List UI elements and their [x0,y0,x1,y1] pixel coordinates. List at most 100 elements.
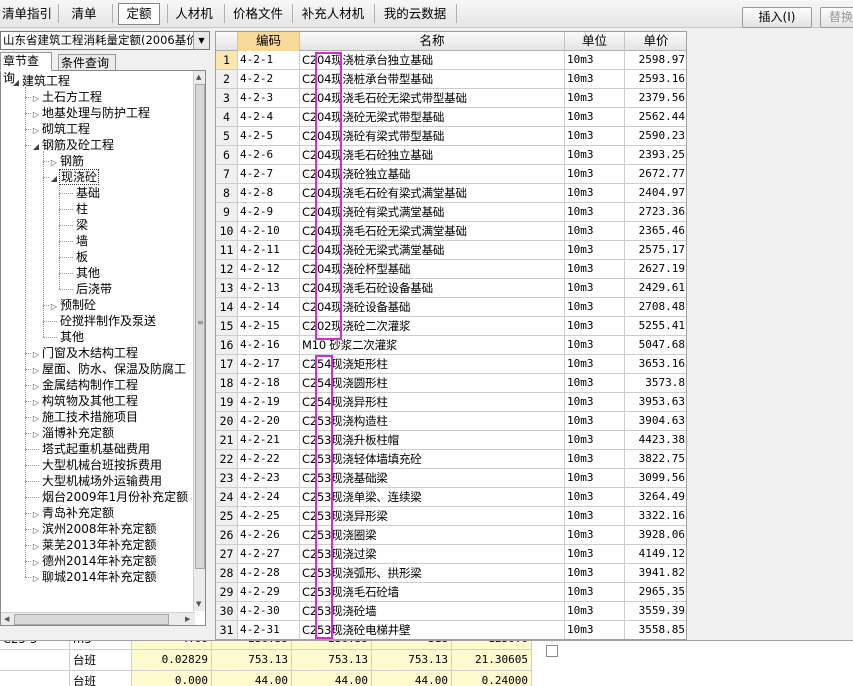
tab-chapter-query[interactable]: 章节查询 [0,52,52,85]
unit-cell[interactable]: 10m3 [565,450,625,469]
tree-node[interactable]: ▷ 施工技术措施项目 [31,409,139,425]
row-index[interactable]: 25 [216,507,238,526]
tab-supplement-lmm[interactable]: 补充人材机 [298,3,368,25]
unit-cell[interactable]: 10m3 [565,336,625,355]
code-cell[interactable]: 4-2-23 [238,469,300,488]
row-index[interactable]: 13 [216,279,238,298]
tree-horizontal-scroll-thumb[interactable] [14,614,169,625]
code-cell[interactable]: 4-2-30 [238,602,300,621]
chevron-down-icon[interactable]: ▼ [193,32,209,49]
code-cell[interactable]: 4-2-27 [238,545,300,564]
code-cell[interactable]: 4-2-19 [238,393,300,412]
unit-cell[interactable]: 10m3 [565,165,625,184]
table-row[interactable]: 1 4-2-1 C204现浇桩承台独立基础 10m3 2598.97 [216,51,686,70]
quota-library-select[interactable]: 山东省建筑工程消耗量定额(2006基价) ▼ [0,31,210,50]
name-cell[interactable]: C253现浇毛石砼墙 [300,583,565,602]
price-cell[interactable]: 3558.85 [625,621,686,639]
bottom-price-cell[interactable]: 753.13 [212,650,292,671]
unit-cell[interactable]: 10m3 [565,488,625,507]
table-row[interactable]: 3 4-2-3 C204现浇毛石砼无梁式带型基础 10m3 2379.56 [216,89,686,108]
bottom-code-cell[interactable]: C25-3 [0,641,70,650]
row-index[interactable]: 24 [216,488,238,507]
unit-cell[interactable]: 10m3 [565,583,625,602]
name-cell[interactable]: C254现浇异形柱 [300,393,565,412]
header-code[interactable]: 编码 [238,32,300,51]
row-index[interactable]: 29 [216,583,238,602]
unit-cell[interactable]: 10m3 [565,89,625,108]
name-cell[interactable]: C253现浇砼电梯井壁 [300,621,565,639]
code-cell[interactable]: 4-2-6 [238,146,300,165]
tree-node[interactable]: ▷ 土石方工程 [31,89,103,105]
tree-node[interactable]: ▷ 金属结构制作工程 [31,377,139,393]
tab-list-guide[interactable]: 清单指引 [1,3,53,25]
insert-button[interactable]: 插入(I) [742,7,812,28]
unit-cell[interactable]: 10m3 [565,564,625,583]
row-index[interactable]: 9 [216,203,238,222]
code-cell[interactable]: 4-2-16 [238,336,300,355]
table-row[interactable]: 台班 0.02829 753.13 753.13 753.13 21.30605 [0,650,590,671]
unit-cell[interactable]: 10m3 [565,317,625,336]
price-cell[interactable]: 3264.49 [625,488,686,507]
code-cell[interactable]: 4-2-15 [238,317,300,336]
code-cell[interactable]: 4-2-17 [238,355,300,374]
row-index[interactable]: 4 [216,108,238,127]
code-cell[interactable]: 4-2-13 [238,279,300,298]
unit-cell[interactable]: 10m3 [565,374,625,393]
code-cell[interactable]: 4-2-24 [238,488,300,507]
unit-cell[interactable]: 10m3 [565,621,625,639]
price-cell[interactable]: 2590.23 [625,127,686,146]
price-cell[interactable]: 2672.77 [625,165,686,184]
price-cell[interactable]: 4423.38 [625,431,686,450]
price-cell[interactable]: 2708.48 [625,298,686,317]
bottom-price-cell[interactable]: 753.13 [292,650,372,671]
price-cell[interactable]: 3928.06 [625,526,686,545]
table-row[interactable]: 13 4-2-13 C204现浇毛石砼设备基础 10m3 2429.61 [216,279,686,298]
tree-node[interactable]: ▷ 聊城2014年补充定额 [31,569,158,585]
bottom-unit-cell[interactable]: 台班 [70,650,132,671]
bottom-amount-cell[interactable]: 1236.6 [452,641,532,650]
unit-cell[interactable]: 10m3 [565,70,625,89]
table-row[interactable]: 22 4-2-22 C253现浇轻体墙填充砼 10m3 3822.75 [216,450,686,469]
row-index[interactable]: 2 [216,70,238,89]
tree-node[interactable]: 梁 [65,217,89,233]
tree-node[interactable]: ▷ 莱芜2013年补充定额 [31,537,158,553]
unit-cell[interactable]: 10m3 [565,393,625,412]
row-index[interactable]: 23 [216,469,238,488]
code-cell[interactable]: 4-2-22 [238,450,300,469]
table-row[interactable]: 23 4-2-23 C253现浇基础梁 10m3 3099.56 [216,469,686,488]
code-cell[interactable]: 4-2-9 [238,203,300,222]
row-index[interactable]: 16 [216,336,238,355]
code-cell[interactable]: 4-2-28 [238,564,300,583]
unit-cell[interactable]: 10m3 [565,51,625,70]
code-cell[interactable]: 4-2-11 [238,241,300,260]
code-cell[interactable]: 4-2-12 [238,260,300,279]
table-row[interactable]: 7 4-2-7 C204现浇砼独立基础 10m3 2672.77 [216,165,686,184]
price-cell[interactable]: 3653.16 [625,355,686,374]
tree-node[interactable]: 塔式起重机基础费用 [31,441,151,457]
row-index[interactable]: 20 [216,412,238,431]
code-cell[interactable]: 4-2-25 [238,507,300,526]
header-unit[interactable]: 单位 [565,32,625,51]
table-row[interactable]: 20 4-2-20 C253现浇构造柱 10m3 3904.63 [216,412,686,431]
code-cell[interactable]: 4-2-26 [238,526,300,545]
unit-cell[interactable]: 10m3 [565,602,625,621]
tree-node[interactable]: ▷ 预制砼 [49,297,97,313]
tree-node[interactable]: 大型机械场外运输费用 [31,473,163,489]
price-cell[interactable]: 4149.12 [625,545,686,564]
price-cell[interactable]: 2429.61 [625,279,686,298]
row-index[interactable]: 21 [216,431,238,450]
row-index[interactable]: 27 [216,545,238,564]
table-row[interactable]: 8 4-2-8 C204现浇毛石砼有梁式满堂基础 10m3 2404.97 [216,184,686,203]
tab-labor-material-machine[interactable]: 人材机 [171,3,217,25]
row-index[interactable]: 22 [216,450,238,469]
tree-node[interactable]: ▷ 钢筋 [49,153,85,169]
name-cell[interactable]: C253现浇单梁、连续梁 [300,488,565,507]
table-row[interactable]: 10 4-2-10 C204现浇毛石砼无梁式满堂基础 10m3 2365.46 [216,222,686,241]
unit-cell[interactable]: 10m3 [565,108,625,127]
price-cell[interactable]: 2723.36 [625,203,686,222]
tree-node[interactable]: 板 [65,249,89,265]
name-cell[interactable]: C253现浇基础梁 [300,469,565,488]
unit-cell[interactable]: 10m3 [565,469,625,488]
table-row[interactable]: C25-3m34.00236.39236.393181236.6 [0,641,590,650]
row-index[interactable]: 1 [216,51,238,70]
